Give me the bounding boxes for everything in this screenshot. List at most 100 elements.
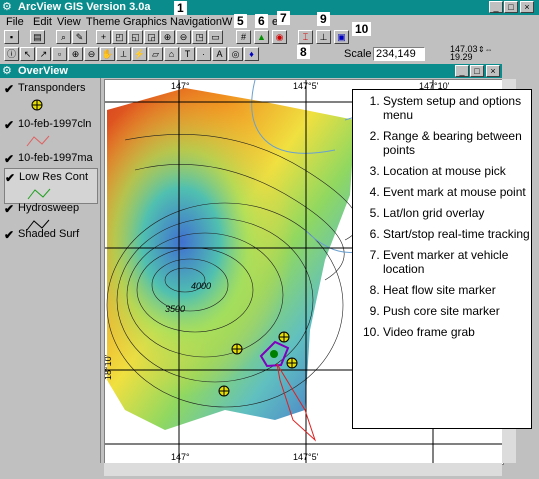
info-tool[interactable]: ⓘ — [4, 47, 19, 61]
minimize-button[interactable]: _ — [489, 1, 503, 13]
area-tool[interactable]: ▱ — [148, 47, 163, 61]
vertex-tool[interactable]: ↗ — [36, 47, 51, 61]
layer-cln[interactable]: ✔ 10-feb-1997cln — [4, 118, 96, 152]
zoom-active-button[interactable]: ◱ — [128, 30, 143, 44]
push-core-button[interactable]: ⊥ — [316, 30, 331, 44]
location-pick-tool[interactable]: ◎ — [228, 47, 243, 61]
video-grab-button[interactable]: ▣ — [334, 30, 349, 44]
select-tool[interactable]: ▫ — [52, 47, 67, 61]
coord-lat: 19.29 — [450, 52, 473, 62]
zoom-previous-button[interactable]: ◳ — [192, 30, 207, 44]
layer-checkbox[interactable]: ✔ — [4, 118, 14, 132]
view-maximize-button[interactable]: □ — [470, 65, 484, 77]
legend-item: Start/stop real-time tracking — [383, 227, 531, 241]
zoom-out-tool[interactable]: ⊖ — [84, 47, 99, 61]
pan-tool[interactable]: ✋ — [100, 47, 115, 61]
callout-number-7: 7 — [277, 11, 290, 25]
layer-transponders[interactable]: ✔ Transponders — [4, 82, 96, 118]
horizontal-scrollbar[interactable] — [104, 463, 502, 476]
select-features-button[interactable]: ▭ — [208, 30, 223, 44]
layer-shaded-surf[interactable]: ✔ Shaded Surf — [4, 228, 96, 244]
layer-checkbox[interactable]: ✔ — [4, 152, 14, 166]
overview-titlebar: ⚙ OverView _ □ × — [0, 64, 502, 78]
find-button[interactable]: ⌕ — [56, 30, 71, 44]
zoom-in-tool[interactable]: ⊕ — [68, 47, 83, 61]
pointer-tool[interactable]: ↖ — [20, 47, 35, 61]
contour-label-4000: 4000 — [191, 281, 211, 291]
callout-number-5: 5 — [234, 14, 247, 28]
layer-name: Hydrosweep — [18, 202, 80, 214]
view-icon[interactable]: ⚙ — [2, 65, 14, 77]
text-tool[interactable]: T — [180, 47, 195, 61]
callout-number-9: 9 — [317, 12, 330, 26]
app-icon[interactable]: ⚙ — [2, 1, 14, 13]
close-button[interactable]: × — [520, 1, 534, 13]
grid-label-top-2: 147°5' — [293, 81, 319, 91]
legend-item: Location at mouse pick — [383, 164, 531, 178]
app-titlebar: ⚙ ArcView GIS Version 3.0a _ □ × — [0, 0, 539, 15]
transponder-symbol-icon — [31, 99, 43, 111]
menu-graphics[interactable]: Graphics — [123, 16, 167, 28]
latlon-grid-button[interactable]: # — [236, 30, 251, 44]
button-bar: ▪ ▤ ⌕ ✎ + ◰ ◱ ◲ ⊕ ⊖ ◳ ▭ # ▲ ◉ ⌶ ⊥ ▣ — [0, 30, 539, 45]
bathymetry-deep — [107, 88, 355, 430]
vehicle-event-button[interactable]: ◉ — [272, 30, 287, 44]
legend-item: Lat/lon grid overlay — [383, 206, 531, 220]
overview-title: OverView — [18, 65, 68, 77]
layer-low-res-cont[interactable]: ✔ Low Res Cont — [4, 168, 98, 204]
layer-name: 10-feb-1997ma — [18, 152, 93, 164]
label-tool[interactable]: ⌂ — [164, 47, 179, 61]
zoom-select-button[interactable]: ◲ — [144, 30, 159, 44]
grid-label-bottom-1: 147° — [171, 452, 190, 462]
zoom-out-fixed-button[interactable]: ⊖ — [176, 30, 191, 44]
menu-window-partial[interactable]: W — [222, 16, 232, 28]
legend-item: Event mark at mouse point — [383, 185, 531, 199]
layer-name: Transponders — [18, 82, 86, 94]
menu-navigation[interactable]: Navigation — [170, 16, 222, 28]
layer-name: Shaded Surf — [18, 228, 80, 240]
edit-tool-button[interactable]: ✎ — [72, 30, 87, 44]
contour-label-3500: 3500 — [165, 304, 185, 314]
menu-theme[interactable]: Theme — [86, 16, 120, 28]
tool-bar: ⓘ ↖ ↗ ▫ ⊕ ⊖ ✋ ⟂ ⚡ ▱ ⌂ T · A ◎ ♦ Scale 23… — [0, 45, 539, 62]
event-mark-tool[interactable]: ♦ — [244, 47, 259, 61]
legend-item: Heat flow site marker — [383, 283, 531, 297]
menu-view[interactable]: View — [57, 16, 81, 28]
app-title: ArcView GIS Version 3.0a — [18, 1, 151, 13]
start-tracking-button[interactable]: ▲ — [254, 30, 269, 44]
layer-checkbox[interactable]: ✔ — [4, 82, 14, 96]
legend-list: System setup and options menu Range & be… — [353, 94, 531, 339]
callout-number-6: 6 — [255, 14, 268, 28]
menu-file[interactable]: File — [6, 16, 24, 28]
view-minimize-button[interactable]: _ — [455, 65, 469, 77]
maximize-button[interactable]: □ — [504, 1, 518, 13]
scale-input[interactable]: 234,149 — [373, 47, 425, 61]
menu-edit[interactable]: Edit — [33, 16, 52, 28]
range-bearing-tool[interactable]: A — [212, 47, 227, 61]
layer-name: Low Res Cont — [19, 171, 89, 183]
layer-checkbox[interactable]: ✔ — [4, 228, 14, 242]
hotlink-tool[interactable]: ⚡ — [132, 47, 147, 61]
legend-item: Video frame grab — [383, 325, 531, 339]
layer-checkbox[interactable]: ✔ — [4, 202, 14, 216]
zoom-full-button[interactable]: ◰ — [112, 30, 127, 44]
draw-tool[interactable]: · — [196, 47, 211, 61]
scale-label: Scale — [344, 48, 372, 60]
callout-number-8: 8 — [297, 45, 310, 59]
zoom-in-fixed-button[interactable]: ⊕ — [160, 30, 175, 44]
heat-flow-button[interactable]: ⌶ — [298, 30, 313, 44]
callout-number-10: 10 — [352, 22, 372, 36]
save-button[interactable]: ▪ — [4, 30, 19, 44]
legend-item: Range & bearing between points — [383, 129, 531, 157]
layer-name: 10-feb-1997cln — [18, 118, 92, 130]
view-close-button[interactable]: × — [486, 65, 500, 77]
legend-callout-box: System setup and options menu Range & be… — [352, 89, 532, 429]
print-button[interactable]: ▤ — [30, 30, 45, 44]
legend-item: Push core site marker — [383, 304, 531, 318]
layer-checkbox[interactable]: ✔ — [5, 171, 15, 185]
grid-label-bottom-2: 147°5' — [293, 452, 319, 462]
grid-label-left: 18°10' — [105, 354, 113, 380]
add-theme-button[interactable]: + — [96, 30, 111, 44]
measure-tool[interactable]: ⟂ — [116, 47, 131, 61]
callout-number-1: 1 — [174, 1, 187, 15]
